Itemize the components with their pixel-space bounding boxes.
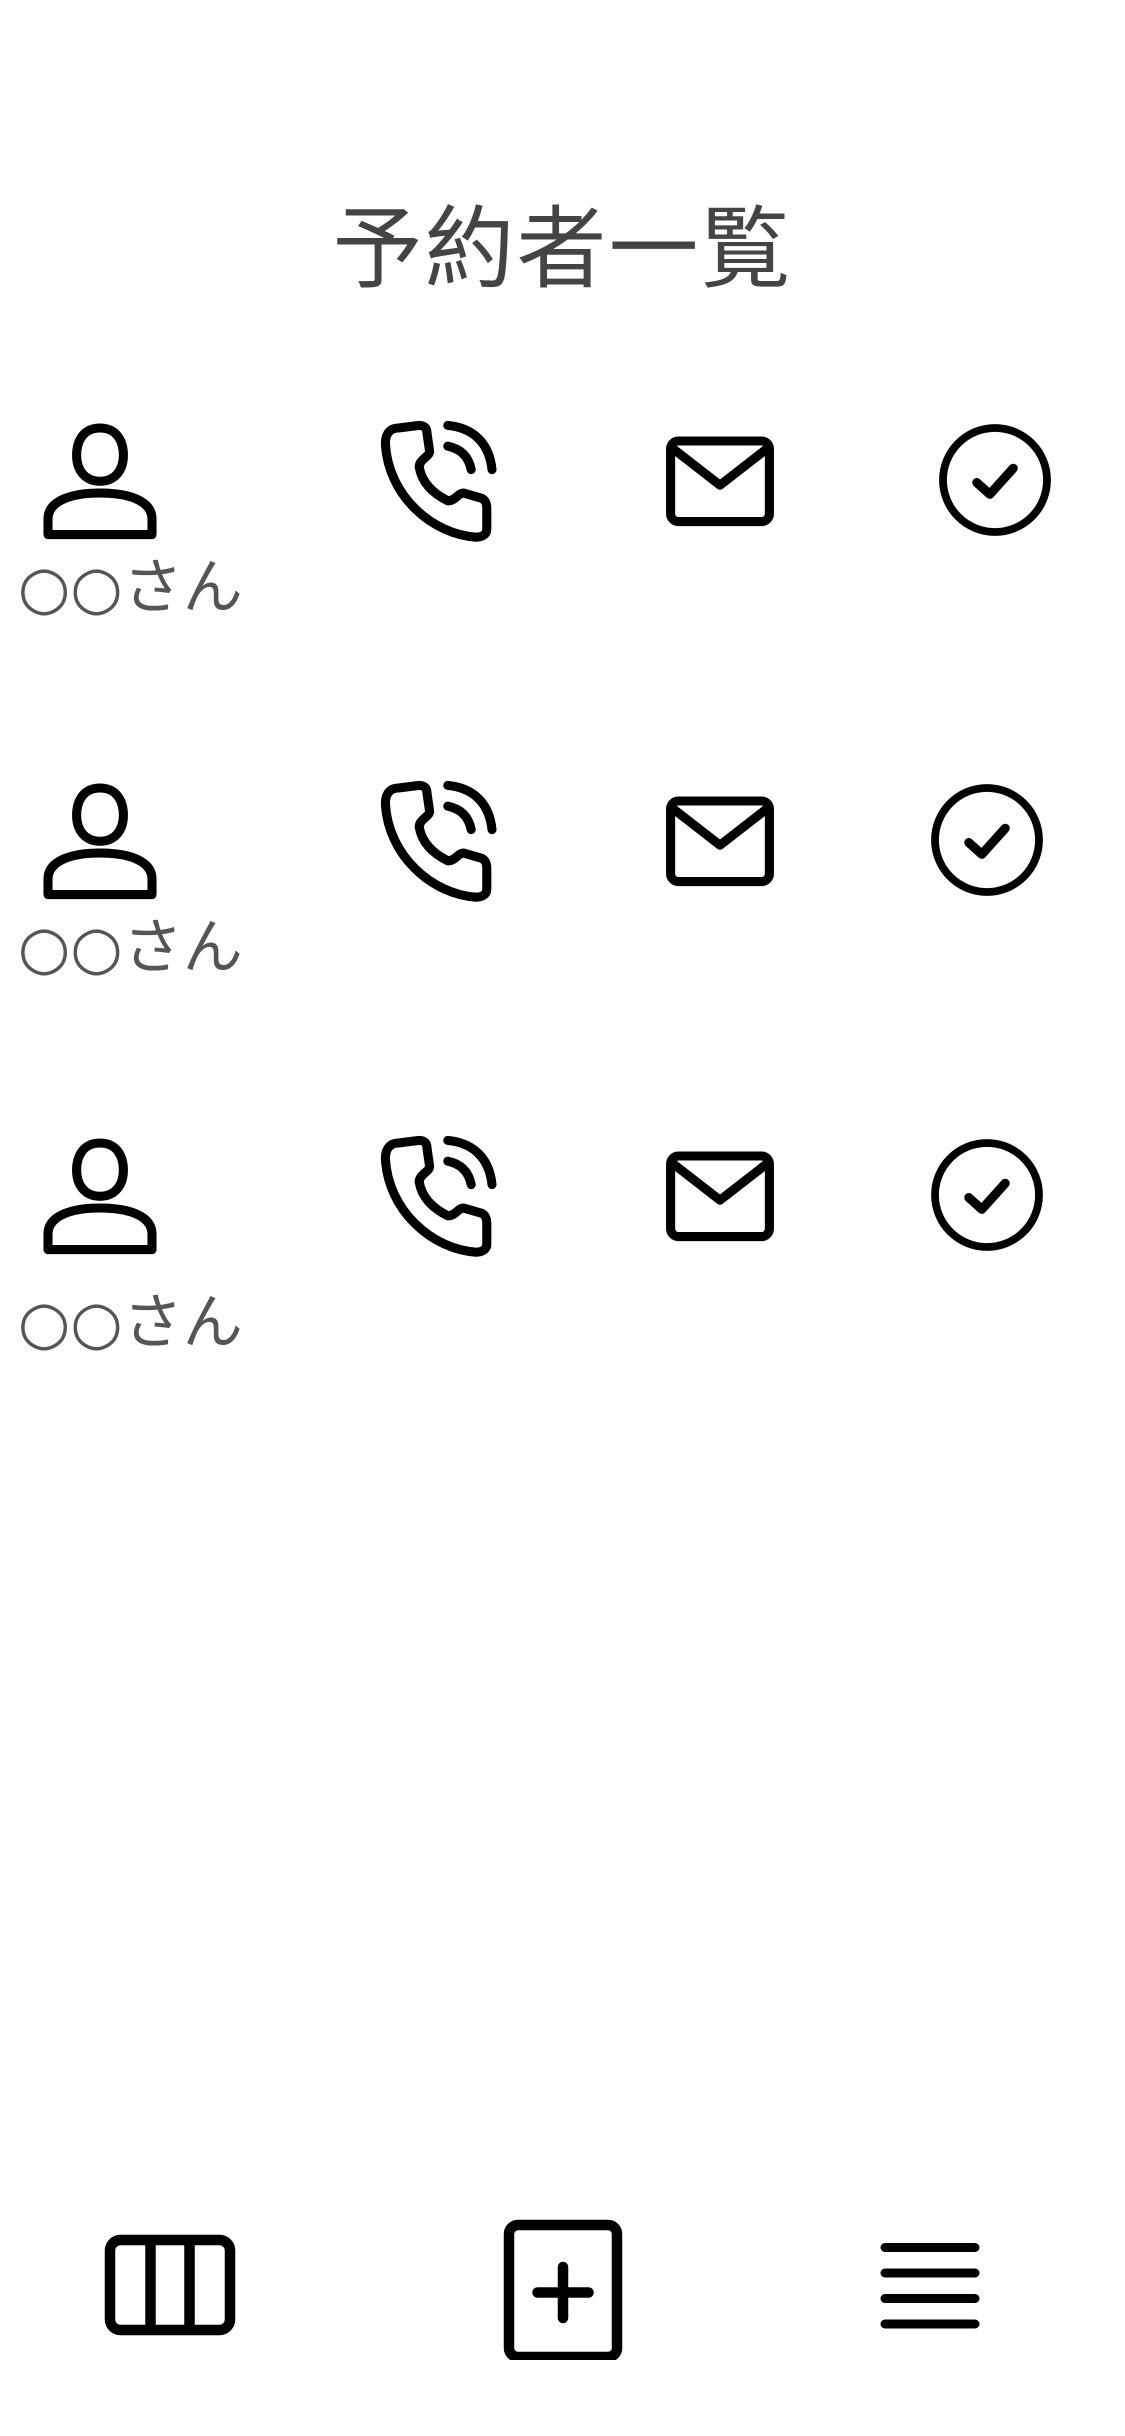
mail-icon[interactable]	[655, 1130, 785, 1260]
reservation-row: ○○さん	[0, 405, 1125, 655]
mail-icon[interactable]	[655, 415, 785, 545]
check-circle-icon[interactable]	[922, 1130, 1052, 1260]
person-icon[interactable]	[35, 1130, 165, 1260]
check-circle-icon[interactable]	[930, 415, 1060, 545]
person-icon[interactable]	[35, 775, 165, 905]
reservation-row: ○○さん	[0, 765, 1125, 1015]
phone-icon[interactable]	[375, 1130, 505, 1260]
bottom-navigation	[0, 2210, 1125, 2370]
person-icon[interactable]	[35, 415, 165, 545]
mail-icon[interactable]	[655, 775, 785, 905]
menu-icon[interactable]	[855, 2210, 1005, 2360]
columns-icon[interactable]	[95, 2210, 245, 2360]
reservation-row: ○○さん	[0, 1120, 1125, 1370]
phone-icon[interactable]	[375, 775, 505, 905]
page-title: 予約者一覧	[332, 197, 793, 302]
reservation-name: ○○さん	[18, 553, 243, 623]
phone-icon[interactable]	[375, 415, 505, 545]
check-circle-icon[interactable]	[922, 775, 1052, 905]
reservation-name: ○○さん	[18, 913, 243, 983]
add-square-icon[interactable]	[488, 2210, 638, 2360]
reservation-name: ○○さん	[18, 1288, 243, 1358]
